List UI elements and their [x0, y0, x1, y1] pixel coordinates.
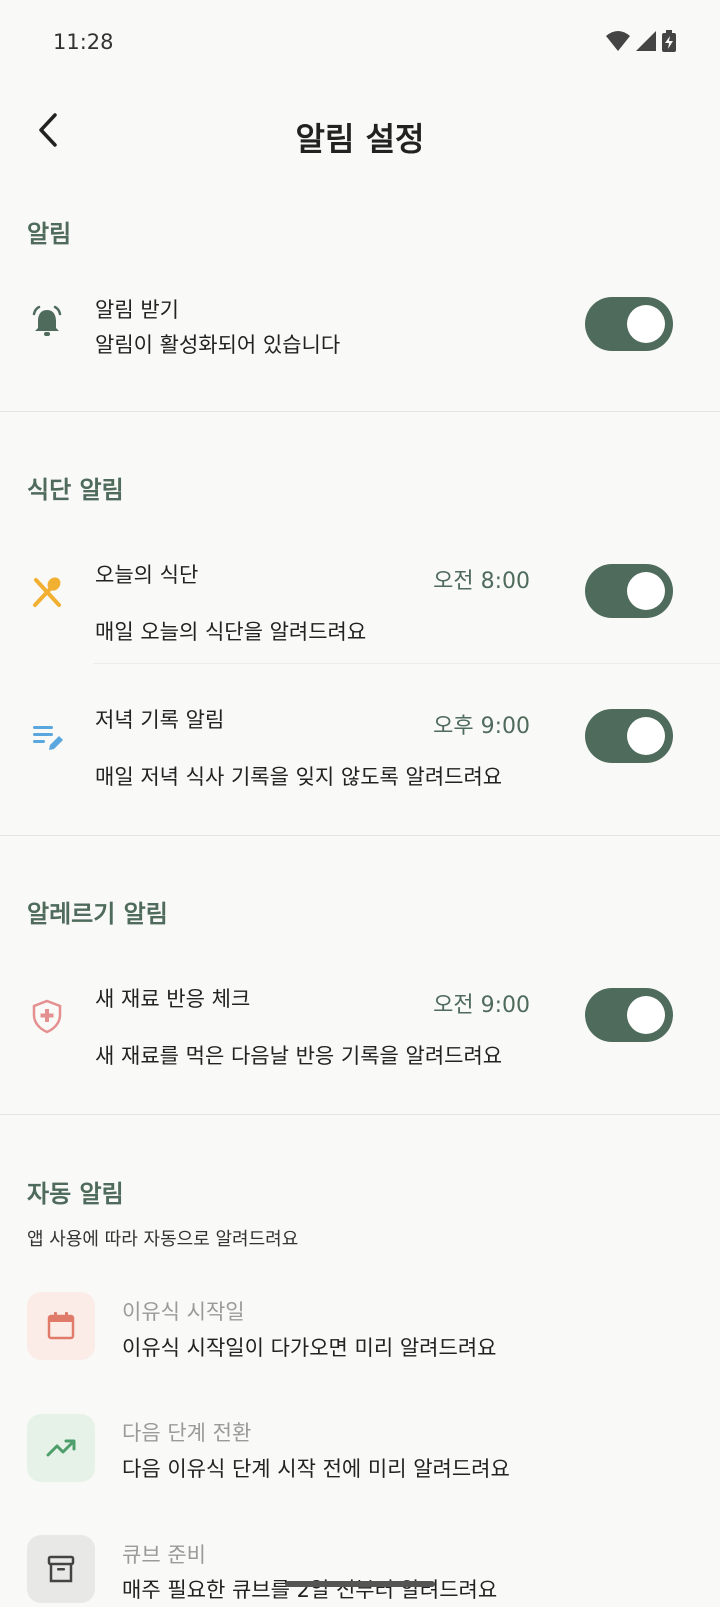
- dinner-record-toggle[interactable]: [585, 709, 673, 763]
- dinner-record-time[interactable]: 오후 9:00: [433, 708, 530, 740]
- section-title-allergy: 알레르기 알림: [27, 900, 168, 928]
- divider: [0, 1114, 720, 1115]
- toggle-knob: [627, 996, 665, 1034]
- status-bar: 11:28: [0, 0, 720, 86]
- cell-signal-icon: [636, 31, 656, 51]
- divider: [0, 835, 720, 836]
- wifi-icon: [606, 31, 630, 51]
- app-bar: 알림 설정: [0, 96, 720, 176]
- page-title: 알림 설정: [295, 120, 425, 158]
- status-icons: [606, 30, 676, 52]
- fork-spoon-icon: [27, 572, 67, 612]
- edit-list-icon: [27, 718, 67, 758]
- inner-divider: [93, 663, 720, 664]
- dinner-record-title: 저녁 기록 알림: [95, 708, 225, 732]
- toggle-knob: [627, 717, 665, 755]
- receive-notifications-title: 알림 받기: [95, 298, 179, 322]
- toggle-knob: [627, 305, 665, 343]
- auto-item-desc: 이유식 시작일이 다가오면 미리 알려드려요: [122, 1336, 497, 1360]
- status-time: 11:28: [53, 30, 114, 54]
- auto-item-title: 이유식 시작일: [122, 1300, 245, 1324]
- section-title-meal: 식단 알림: [27, 476, 124, 504]
- receive-notifications-toggle[interactable]: [585, 297, 673, 351]
- auto-item-desc: 매주 필요한 큐브를 2일 전부터 알려드려요: [122, 1578, 498, 1602]
- shield-plus-icon: [27, 996, 67, 1036]
- bell-icon: [27, 302, 67, 342]
- home-indicator[interactable]: [285, 1581, 435, 1587]
- receive-notifications-desc: 알림이 활성화되어 있습니다: [95, 333, 341, 357]
- divider: [0, 411, 720, 412]
- meal-today-time[interactable]: 오전 8:00: [433, 563, 530, 595]
- meal-today-desc: 매일 오늘의 식단을 알려드려요: [95, 620, 367, 644]
- battery-charging-icon: [662, 30, 676, 52]
- archive-box-icon: [27, 1535, 95, 1603]
- meal-today-toggle[interactable]: [585, 564, 673, 618]
- auto-item-title: 다음 단계 전환: [122, 1421, 252, 1445]
- section-title-auto: 자동 알림: [27, 1180, 124, 1208]
- dinner-record-desc: 매일 저녁 식사 기록을 잊지 않도록 알려드려요: [95, 765, 503, 789]
- new-ingredient-toggle[interactable]: [585, 988, 673, 1042]
- new-ingredient-desc: 새 재료를 먹은 다음날 반응 기록을 알려드려요: [95, 1044, 503, 1068]
- trending-up-icon: [27, 1414, 95, 1482]
- section-subtitle-auto: 앱 사용에 따라 자동으로 알려드려요: [27, 1229, 299, 1250]
- meal-today-title: 오늘의 식단: [95, 563, 199, 587]
- new-ingredient-time[interactable]: 오전 9:00: [433, 987, 530, 1019]
- auto-item-desc: 다음 이유식 단계 시작 전에 미리 알려드려요: [122, 1457, 510, 1481]
- toggle-knob: [627, 572, 665, 610]
- auto-item-title: 큐브 준비: [122, 1543, 206, 1567]
- section-title-notifications: 알림: [27, 220, 72, 248]
- calendar-icon: [27, 1292, 95, 1360]
- new-ingredient-title: 새 재료 반응 체크: [95, 987, 251, 1011]
